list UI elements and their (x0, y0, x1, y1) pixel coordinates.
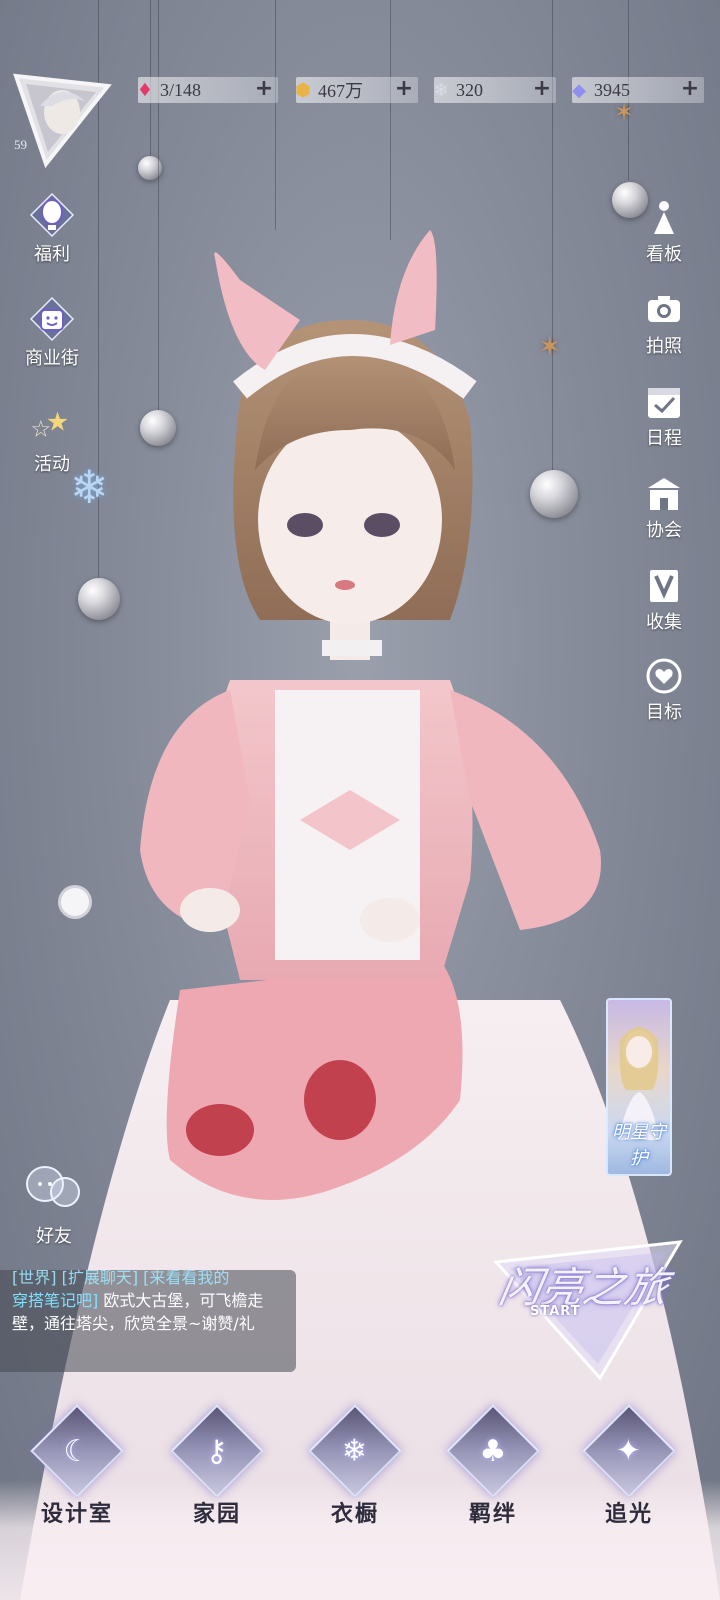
snowflake-icon: ❄ (308, 1404, 402, 1498)
player-avatar[interactable] (12, 72, 112, 169)
star-guardian-banner[interactable]: 明星守护 (606, 998, 672, 1176)
goals-button[interactable]: 目标 (634, 656, 694, 724)
ornament-string (158, 0, 159, 410)
shining-journey-button[interactable]: 闪亮之旅 START (490, 1232, 688, 1382)
add-gold-button[interactable]: + (394, 78, 414, 100)
gold-coin-icon: ⬢ (295, 79, 311, 101)
shop-button[interactable]: 商业街 (12, 296, 92, 370)
diamond-resource: ◆ 3945 + (572, 77, 704, 103)
journey-title: 闪亮之旅 (495, 1263, 672, 1312)
add-stamina-button[interactable]: + (254, 78, 274, 100)
ornament-string (552, 0, 553, 470)
shopping-bag-icon (29, 296, 75, 342)
nav-wardrobe[interactable]: ❄ 衣橱 (300, 1404, 410, 1528)
nav-home[interactable]: ⚷ 家园 (162, 1404, 272, 1528)
events-label: 活动 (34, 454, 70, 475)
stamina-resource: ♦ 3/148 + (137, 77, 278, 103)
heart-badge-icon (644, 656, 684, 696)
nav-home-label: 家园 (192, 1501, 241, 1527)
hot-air-balloon-icon (29, 192, 75, 238)
shop-label: 商业街 (25, 348, 79, 369)
bubble-indicator[interactable] (58, 885, 92, 919)
events-button[interactable]: ☆ ★ 活动 (12, 402, 92, 476)
nav-design-room[interactable]: ☾ 设计室 (22, 1404, 132, 1528)
journey-subtitle: START (530, 1304, 581, 1319)
bottom-nav: ☾ 设计室 ⚷ 家园 ❄ 衣橱 ♣ 羁绊 ✦ 追光 (0, 1404, 720, 1600)
nav-chase-label: 追光 (604, 1501, 653, 1527)
gold-value: 467万 (318, 81, 363, 101)
photo-label: 拍照 (646, 336, 682, 357)
crystal-resource: ❄ 320 + (433, 77, 556, 103)
pearl-ornament (140, 410, 176, 446)
schedule-button[interactable]: 日程 (634, 382, 694, 450)
nav-bonds[interactable]: ♣ 羁绊 (438, 1404, 548, 1528)
heart-gem-icon: ♦ (136, 79, 154, 101)
stamina-value: 3/148 (160, 79, 202, 100)
stars-icon: ☆ ★ (29, 402, 75, 448)
diamond-value: 3945 (594, 79, 630, 100)
collection-button[interactable]: 收集 (634, 566, 694, 634)
add-crystal-button[interactable]: + (532, 78, 552, 100)
schedule-label: 日程 (646, 428, 682, 449)
add-diamond-button[interactable]: + (680, 78, 700, 100)
chat-cut-line: [世界] [扩展聊天] [来看看我的 (12, 1270, 230, 1287)
welfare-button[interactable]: 福利 (12, 192, 92, 266)
collection-label: 收集 (646, 612, 682, 633)
dress-figure-icon (644, 198, 684, 238)
guild-label: 协会 (646, 520, 682, 541)
nav-design-label: 设计室 (40, 1501, 113, 1527)
goals-label: 目标 (646, 702, 682, 723)
ornament-string (275, 0, 276, 230)
pearl-ornament (530, 470, 578, 518)
board-button[interactable]: 看板 (634, 198, 694, 266)
chat-highlight: 穿搭笔记吧] (12, 1291, 99, 1310)
ornament-string (390, 0, 391, 240)
svg-text:★: ★ (46, 407, 69, 437)
banner-title: 明星守护 (612, 1122, 666, 1169)
diamond-icon: ◆ (572, 79, 586, 101)
nav-wardrobe-label: 衣橱 (330, 1501, 379, 1527)
friends-label: 好友 (36, 1226, 72, 1247)
nav-bonds-label: 羁绊 (468, 1501, 517, 1527)
welfare-label: 福利 (34, 244, 70, 265)
key-icon: ⚷ (170, 1404, 264, 1498)
star-ornament: ✶ (538, 330, 562, 363)
player-level: 59 (14, 137, 27, 152)
building-icon (644, 474, 684, 514)
butterfly-icon: ✦ (582, 1404, 676, 1498)
photo-button[interactable]: 拍照 (634, 290, 694, 358)
chat-bubble-icon (26, 1166, 80, 1207)
board-label: 看板 (646, 244, 682, 265)
nav-chase-light[interactable]: ✦ 追光 (574, 1404, 684, 1528)
gold-resource: ⬢ 467万 + (295, 77, 418, 103)
pearl-ornament (78, 578, 120, 620)
clover-icon: ♣ (446, 1404, 540, 1498)
crystal-value: 320 (456, 79, 483, 100)
snowflake-crystal-icon: ❄ (433, 79, 449, 101)
crescent-moon-icon: ☾ (30, 1404, 124, 1498)
world-chat-box[interactable]: [世界] [扩展聊天] [来看看我的 穿搭笔记吧] 欧式大古堡，可飞檐走壁，通往… (0, 1270, 296, 1372)
avatar-portrait-icon (13, 73, 112, 169)
guild-button[interactable]: 协会 (634, 474, 694, 542)
v-book-icon (644, 566, 684, 606)
calendar-check-icon (644, 382, 684, 422)
friends-button[interactable]: 好友 (14, 1160, 94, 1248)
camera-icon (644, 290, 684, 330)
